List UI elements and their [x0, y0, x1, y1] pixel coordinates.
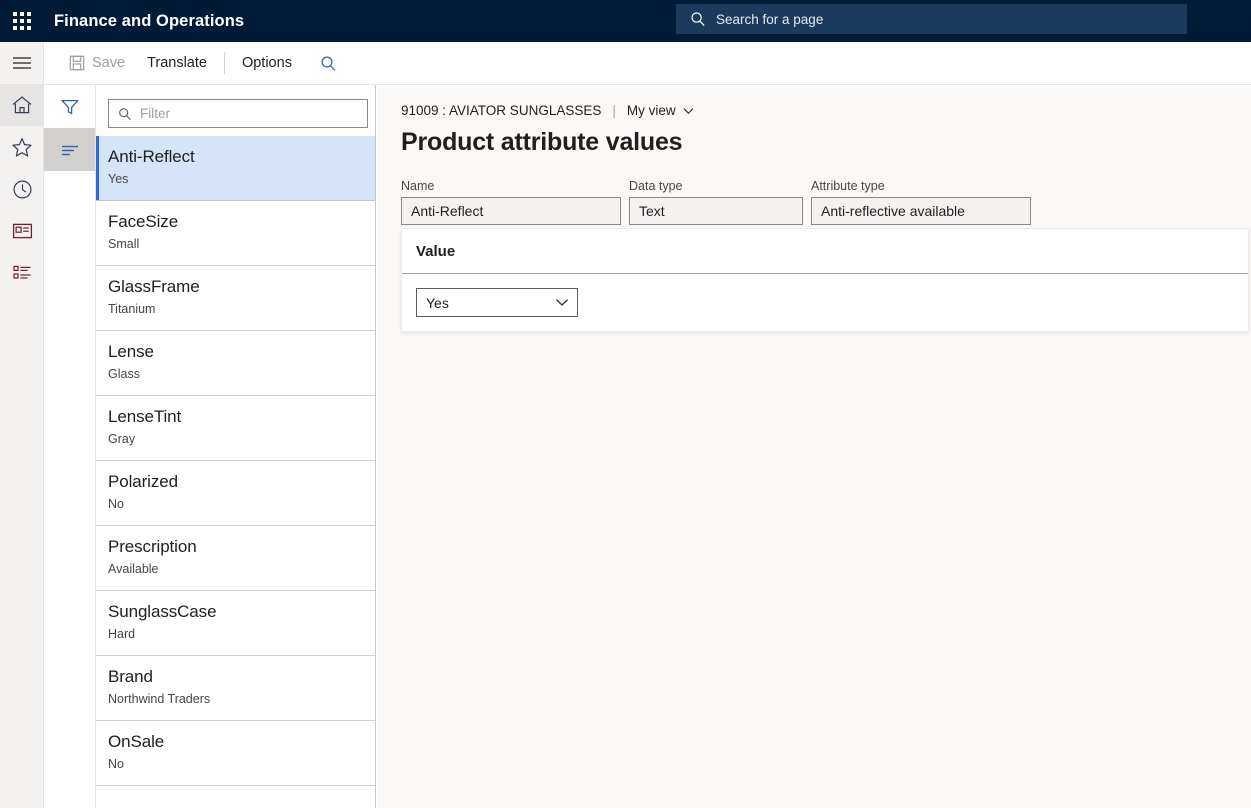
main-content: 91009 : AVIATOR SUNGLASSES | My view Pro… — [377, 85, 1251, 808]
list-item-value: No — [108, 495, 375, 513]
list-item[interactable]: Anti-Reflect Yes — [96, 136, 375, 201]
search-icon — [118, 107, 132, 121]
app-title: Finance and Operations — [54, 12, 244, 31]
breadcrumb-separator: | — [612, 103, 616, 118]
list-item-value: Northwind Traders — [108, 690, 375, 708]
field-name: Name Anti-Reflect — [401, 179, 621, 225]
sidebar-item-home[interactable] — [0, 84, 44, 126]
breadcrumb: 91009 : AVIATOR SUNGLASSES | My view — [401, 103, 1251, 118]
left-navigation-rail — [0, 42, 44, 808]
page-title: Product attribute values — [401, 128, 1251, 157]
chevron-down-icon — [683, 107, 694, 115]
search-icon — [320, 55, 337, 72]
list-item-title: SunglassCase — [108, 601, 375, 623]
list-item-title: Polarized — [108, 471, 375, 493]
sidebar-item-recent[interactable] — [0, 168, 44, 210]
top-navigation-bar: Finance and Operations Search for a page — [0, 0, 1251, 42]
search-icon — [690, 11, 706, 27]
list-item-title: Lense — [108, 341, 375, 363]
save-button-label: Save — [92, 55, 125, 71]
global-search-placeholder: Search for a page — [716, 12, 823, 27]
list-item[interactable]: Brand Northwind Traders — [96, 656, 375, 721]
workspace-icon — [12, 222, 33, 240]
filter-pane-button[interactable] — [44, 85, 95, 128]
list-item[interactable]: Lense Glass — [96, 331, 375, 396]
global-search-box[interactable]: Search for a page — [676, 4, 1187, 34]
list-item-value: Available — [108, 560, 375, 578]
value-card-heading: Value — [402, 229, 1248, 274]
app-launcher-icon — [13, 12, 31, 30]
app-launcher-button[interactable] — [0, 0, 44, 42]
hamburger-menu-icon — [12, 56, 32, 70]
attribute-list-pane: Filter Anti-Reflect Yes FaceSize Small Glass… — [96, 85, 376, 808]
save-icon — [69, 55, 85, 71]
list-pane-button[interactable] — [44, 128, 95, 171]
sidebar-item-favorites[interactable] — [0, 126, 44, 168]
value-dropdown-label: Yes — [426, 295, 449, 311]
home-icon — [11, 95, 33, 115]
list-item-value: No — [108, 755, 375, 773]
list-item-title: Brand — [108, 666, 375, 688]
navigation-menu-button[interactable] — [0, 42, 44, 84]
field-data-type-label: Data type — [629, 179, 803, 193]
list-item-title: Anti-Reflect — [108, 146, 375, 168]
list-item-title: Prescription — [108, 536, 375, 558]
attribute-list: Anti-Reflect Yes FaceSize Small GlassFrame Ti… — [96, 136, 375, 786]
field-attribute-type-input[interactable]: Anti-reflective available — [811, 197, 1031, 225]
options-button-label: Options — [242, 55, 292, 71]
list-icon — [12, 264, 33, 282]
sidebar-item-workspaces[interactable] — [0, 210, 44, 252]
star-icon — [11, 137, 33, 158]
page-search-button[interactable] — [313, 47, 345, 79]
field-attribute-type: Attribute type Anti-reflective available — [811, 179, 1031, 225]
list-item-value: Glass — [108, 365, 375, 383]
list-item-title: FaceSize — [108, 211, 375, 233]
list-item-value: Small — [108, 235, 375, 253]
view-selector-label: My view — [627, 103, 676, 118]
filter-input-wrapper: Filter — [96, 85, 375, 136]
list-item[interactable]: SunglassCase Hard — [96, 591, 375, 656]
value-card-body: Yes — [402, 274, 1248, 331]
list-item[interactable]: Prescription Available — [96, 526, 375, 591]
command-bar: Save Translate Options — [44, 42, 1251, 85]
breadcrumb-record: 91009 : AVIATOR SUNGLASSES — [401, 103, 601, 118]
field-name-label: Name — [401, 179, 621, 193]
value-card: Value Yes — [401, 228, 1249, 332]
save-button[interactable]: Save — [58, 47, 136, 79]
value-dropdown[interactable]: Yes — [416, 288, 578, 317]
list-item-value: Yes — [108, 170, 375, 188]
translate-button-label: Translate — [147, 55, 207, 71]
list-item-title: OnSale — [108, 731, 375, 753]
list-pane-icon-rail — [44, 85, 96, 808]
list-item[interactable]: LenseTint Gray — [96, 396, 375, 461]
filter-input-placeholder: Filter — [140, 106, 170, 121]
view-selector[interactable]: My view — [627, 103, 694, 118]
command-bar-divider — [224, 52, 225, 74]
options-button[interactable]: Options — [231, 47, 303, 79]
field-attribute-type-label: Attribute type — [811, 179, 1031, 193]
filter-icon — [60, 98, 80, 116]
list-item[interactable]: Polarized No — [96, 461, 375, 526]
list-item-value: Titanium — [108, 300, 375, 318]
header-fields: Name Anti-Reflect Data type Text Attribu… — [401, 179, 1251, 225]
field-name-input[interactable]: Anti-Reflect — [401, 197, 621, 225]
field-data-type-input[interactable]: Text — [629, 197, 803, 225]
list-item[interactable]: GlassFrame Titanium — [96, 266, 375, 331]
chevron-down-icon — [555, 298, 569, 307]
sidebar-item-modules[interactable] — [0, 252, 44, 294]
list-item-title: LenseTint — [108, 406, 375, 428]
clock-icon — [12, 179, 33, 200]
list-item[interactable]: FaceSize Small — [96, 201, 375, 266]
field-data-type: Data type Text — [629, 179, 803, 225]
list-item-title: GlassFrame — [108, 276, 375, 298]
translate-button[interactable]: Translate — [136, 47, 218, 79]
filter-input[interactable]: Filter — [108, 99, 368, 128]
list-view-icon — [60, 143, 80, 157]
list-item[interactable]: OnSale No — [96, 721, 375, 786]
list-item-value: Gray — [108, 430, 375, 448]
list-item-value: Hard — [108, 625, 375, 643]
